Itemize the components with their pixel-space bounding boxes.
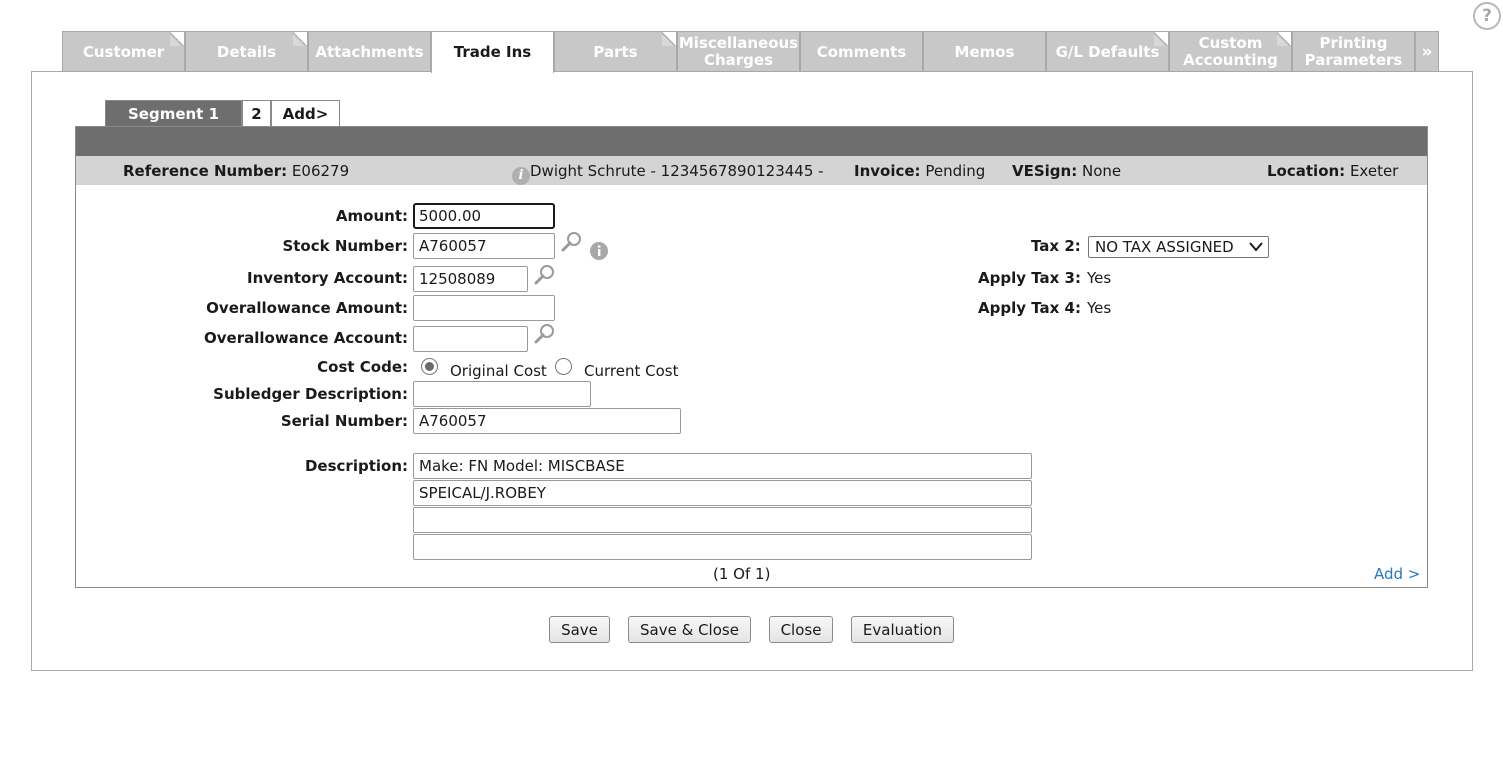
description-label: Description: bbox=[304, 457, 408, 475]
description-line-1[interactable]: Make: FN Model: MISCBASE bbox=[413, 453, 1032, 479]
segment-tab-2[interactable]: 2 bbox=[242, 100, 271, 127]
serial-number-label: Serial Number: bbox=[280, 412, 408, 430]
location-label: Location: bbox=[1267, 162, 1346, 180]
save-close-button[interactable]: Save & Close bbox=[628, 616, 751, 643]
stock-info-icon[interactable] bbox=[589, 241, 609, 261]
tab-parts[interactable]: Parts bbox=[554, 31, 677, 72]
tax3-label: Apply Tax 3: bbox=[978, 269, 1081, 287]
tax4-value: Yes bbox=[1087, 299, 1112, 317]
tax4-label: Apply Tax 4: bbox=[978, 299, 1081, 317]
evaluation-button[interactable]: Evaluation bbox=[851, 616, 954, 643]
chevron-down-icon bbox=[1249, 242, 1263, 252]
stock-number-label: Stock Number: bbox=[282, 237, 408, 255]
overallowance-account-input[interactable] bbox=[413, 326, 528, 352]
reference-number-label: Reference Number: bbox=[123, 162, 288, 180]
description-line-2[interactable]: SPEICAL/J.ROBEY bbox=[413, 480, 1032, 506]
cost-code-label: Cost Code: bbox=[317, 358, 408, 376]
panel-header-bar bbox=[76, 127, 1427, 156]
amount-label: Amount: bbox=[335, 207, 408, 225]
subledger-description-label: Subledger Description: bbox=[213, 385, 408, 403]
overallowance-account-label: Overallowance Account: bbox=[204, 329, 408, 347]
stock-search-icon[interactable] bbox=[561, 231, 583, 253]
tab-comments[interactable]: Comments bbox=[800, 31, 923, 72]
segment-tabs: Segment 1 2 Add> bbox=[105, 100, 340, 127]
vesign-value: None bbox=[1082, 162, 1122, 180]
help-icon[interactable]: ? bbox=[1473, 2, 1501, 30]
vesign-label: VESign: bbox=[1012, 162, 1078, 180]
tab-attachments[interactable]: Attachments bbox=[308, 31, 431, 72]
amount-input[interactable]: 5000.00 bbox=[413, 203, 555, 229]
original-cost-label: Original Cost bbox=[450, 362, 547, 380]
tax2-select[interactable]: NO TAX ASSIGNED bbox=[1088, 236, 1269, 258]
inventory-account-input[interactable]: 12508089 bbox=[413, 266, 528, 292]
save-button[interactable]: Save bbox=[549, 616, 610, 643]
stock-number-input[interactable]: A760057 bbox=[413, 233, 555, 259]
close-button[interactable]: Close bbox=[769, 616, 833, 643]
tab-memos[interactable]: Memos bbox=[923, 31, 1046, 72]
inventory-account-label: Inventory Account: bbox=[247, 269, 408, 287]
tab-miscellaneous-charges[interactable]: Miscellaneous Charges bbox=[677, 31, 800, 72]
invoice-value: Pending bbox=[925, 162, 986, 180]
current-cost-radio[interactable] bbox=[555, 358, 572, 375]
current-cost-label: Current Cost bbox=[584, 362, 679, 380]
description-pager: (1 Of 1) bbox=[713, 565, 771, 583]
description-line-3[interactable] bbox=[413, 507, 1032, 533]
overallowance-amount-label: Overallowance Amount: bbox=[206, 299, 408, 317]
customer-name: Dwight Schrute - 1234567890123445 - bbox=[530, 162, 824, 180]
overallowance-search-icon[interactable] bbox=[534, 323, 556, 345]
invoice-label: Invoice: bbox=[854, 162, 921, 180]
reference-number-value: E06279 bbox=[291, 162, 350, 180]
description-add-link[interactable]: Add > bbox=[1374, 565, 1420, 583]
info-icon[interactable]: i bbox=[512, 167, 530, 185]
subledger-description-input[interactable] bbox=[413, 381, 591, 407]
tax2-selected-value: NO TAX ASSIGNED bbox=[1095, 238, 1234, 256]
tab-printing-parameters[interactable]: Printing Parameters bbox=[1292, 31, 1415, 72]
segment-add-button[interactable]: Add> bbox=[271, 100, 340, 127]
tab-details[interactable]: Details bbox=[185, 31, 308, 72]
location-value: Exeter bbox=[1349, 162, 1399, 180]
tab-customer[interactable]: Customer bbox=[62, 31, 185, 72]
original-cost-radio[interactable] bbox=[421, 358, 438, 375]
tab-gl-defaults[interactable]: G/L Defaults bbox=[1046, 31, 1169, 72]
overallowance-amount-input[interactable] bbox=[413, 295, 555, 321]
tax3-value: Yes bbox=[1087, 269, 1112, 287]
tab-trade-ins[interactable]: Trade Ins bbox=[431, 31, 554, 73]
segment-tab-1[interactable]: Segment 1 bbox=[105, 100, 242, 127]
description-line-4[interactable] bbox=[413, 534, 1032, 560]
info-bar: Reference Number: E06279 i Dwight Schrute… bbox=[76, 156, 1427, 185]
tab-custom-accounting[interactable]: Custom Accounting bbox=[1169, 31, 1292, 72]
inventory-search-icon[interactable] bbox=[534, 264, 556, 286]
tabs-more-button[interactable]: » bbox=[1415, 31, 1439, 72]
tax2-label: Tax 2: bbox=[1031, 237, 1081, 255]
serial-number-input[interactable]: A760057 bbox=[413, 408, 681, 434]
